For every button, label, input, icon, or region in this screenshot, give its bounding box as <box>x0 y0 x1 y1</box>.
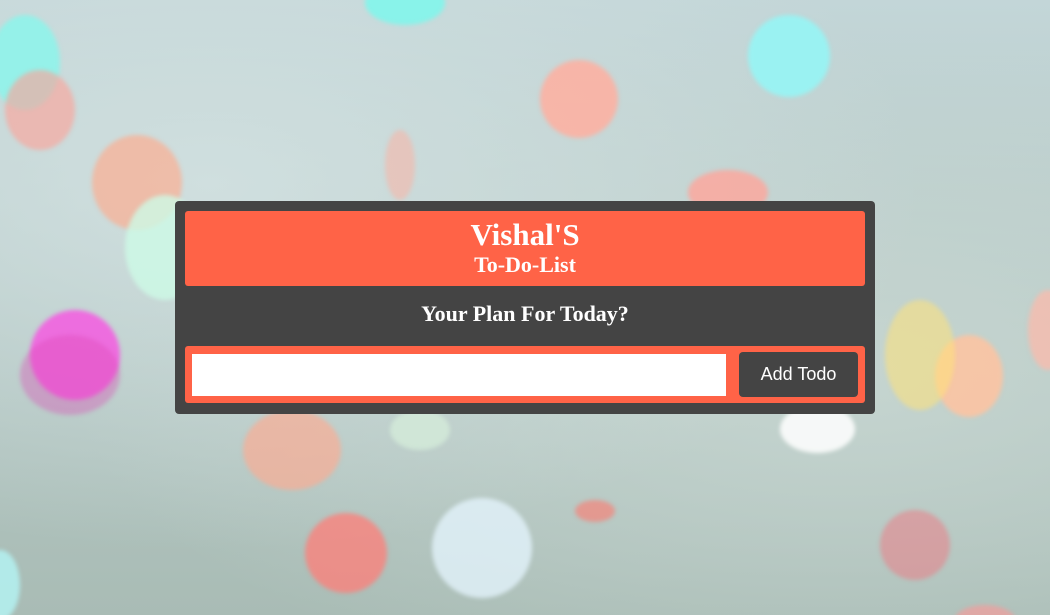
bokeh-light <box>540 60 618 138</box>
bokeh-light <box>385 130 415 200</box>
todo-form: Add Todo <box>185 346 865 403</box>
bokeh-light <box>432 498 532 598</box>
bokeh-light <box>885 300 955 410</box>
app-header: Vishal'S To-Do-List <box>185 211 865 286</box>
bokeh-light <box>955 605 1015 615</box>
bokeh-light <box>365 0 445 25</box>
bokeh-light <box>20 335 120 415</box>
app-title: To-Do-List <box>474 252 576 277</box>
bokeh-light <box>243 410 341 490</box>
bokeh-light <box>748 15 830 97</box>
bokeh-light <box>1028 290 1050 370</box>
owner-title: Vishal'S <box>470 217 580 252</box>
bokeh-light <box>0 550 20 615</box>
add-todo-button[interactable]: Add Todo <box>739 352 858 397</box>
plan-prompt: Your Plan For Today? <box>421 301 629 326</box>
bokeh-light <box>390 410 450 450</box>
todo-card: Vishal'S To-Do-List Your Plan For Today?… <box>175 201 875 414</box>
bokeh-light <box>880 510 950 580</box>
bokeh-light <box>305 513 387 593</box>
todo-input[interactable] <box>192 354 726 396</box>
bokeh-light <box>575 500 615 522</box>
bokeh-light <box>5 70 75 150</box>
